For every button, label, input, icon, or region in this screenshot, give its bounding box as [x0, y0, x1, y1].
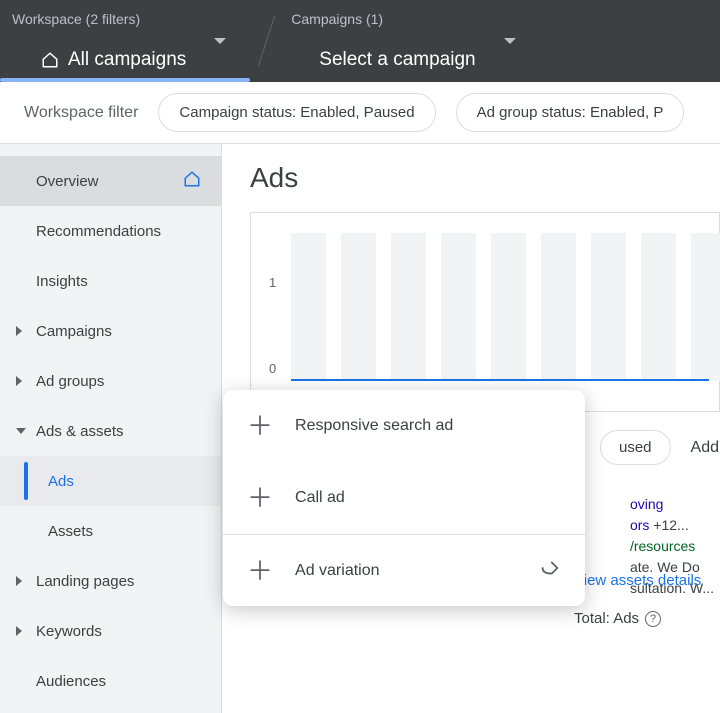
- add-filter-label[interactable]: Add: [691, 439, 719, 457]
- sidebar-item-recommendations[interactable]: Recommendations: [0, 206, 221, 256]
- chevron-down-icon: [214, 38, 226, 44]
- sidebar-item-label: Campaigns: [36, 323, 112, 340]
- plus-icon: ＋: [247, 485, 273, 511]
- sidebar-item-label: Overview: [36, 173, 99, 190]
- sidebar-item-label: Recommendations: [36, 223, 161, 240]
- chart-ytick-1: 1: [269, 275, 276, 290]
- sidebar-item-label: Keywords: [36, 623, 102, 640]
- breadcrumb-workspace-sub: Workspace (2 filters): [12, 11, 186, 27]
- chart-series-line: [291, 379, 709, 381]
- top-header: Workspace (2 filters) All campaigns Camp…: [0, 0, 720, 82]
- chart-plot-area: [291, 233, 709, 381]
- sidebar: Overview Recommendations Insights Campai…: [0, 144, 222, 713]
- workspace-filter-row: Workspace filter Campaign status: Enable…: [0, 82, 720, 144]
- breadcrumb-campaigns-main: Select a campaign: [319, 49, 475, 71]
- sidebar-item-label: Insights: [36, 273, 88, 290]
- ad-preview-headline2: ors: [630, 517, 649, 533]
- total-row: Total: Ads ?: [574, 610, 661, 627]
- sidebar-subitem-assets[interactable]: Assets: [0, 506, 221, 556]
- chevron-down-icon: [504, 38, 516, 44]
- breadcrumb-workspace[interactable]: Workspace (2 filters) All campaigns: [12, 11, 242, 71]
- chart-ytick-0: 0: [269, 361, 276, 376]
- plus-icon: ＋: [247, 413, 273, 439]
- page-title: Ads: [250, 162, 720, 194]
- filter-chip-ad-group-status[interactable]: Ad group status: Enabled, P: [456, 93, 685, 132]
- menu-item-label: Call ad: [295, 489, 345, 507]
- sidebar-subitem-ads[interactable]: Ads: [0, 456, 221, 506]
- menu-item-responsive-search-ad[interactable]: ＋ Responsive search ad: [223, 390, 585, 462]
- sidebar-item-campaigns[interactable]: Campaigns: [0, 306, 221, 356]
- workspace-filter-label: Workspace filter: [24, 104, 138, 122]
- sidebar-item-label: Ads & assets: [36, 423, 124, 440]
- sidebar-item-label: Ads: [48, 473, 74, 490]
- view-assets-link[interactable]: View assets details: [574, 572, 701, 589]
- sidebar-item-label: Assets: [48, 523, 93, 540]
- open-external-icon: [539, 557, 561, 584]
- sidebar-item-keywords[interactable]: Keywords: [0, 606, 221, 656]
- ad-preview-url: /resources: [630, 536, 714, 557]
- menu-item-call-ad[interactable]: ＋ Call ad: [223, 462, 585, 534]
- total-label: Total: Ads: [574, 610, 639, 627]
- menu-item-label: Responsive search ad: [295, 417, 453, 435]
- performance-chart[interactable]: 1 0 Apr 1, 2022: [250, 212, 720, 412]
- sidebar-item-ad-groups[interactable]: Ad groups: [0, 356, 221, 406]
- menu-item-label: Ad variation: [295, 562, 380, 580]
- menu-item-ad-variation[interactable]: ＋ Ad variation: [223, 534, 585, 606]
- sidebar-item-label: Ad groups: [36, 373, 104, 390]
- breadcrumb-campaigns-sub: Campaigns (1): [291, 11, 475, 27]
- filter-chip-campaign-status[interactable]: Campaign status: Enabled, Paused: [158, 93, 435, 132]
- sidebar-item-overview[interactable]: Overview: [0, 156, 221, 206]
- plus-icon: ＋: [247, 558, 273, 584]
- breadcrumb-workspace-main: All campaigns: [68, 49, 186, 71]
- create-ad-menu: ＋ Responsive search ad ＋ Call ad ＋ Ad va…: [223, 390, 585, 606]
- breadcrumb-campaigns[interactable]: Campaigns (1) Select a campaign: [291, 11, 531, 71]
- breadcrumb-divider: [258, 16, 275, 66]
- sidebar-item-label: Audiences: [36, 673, 106, 690]
- sidebar-item-audiences[interactable]: Audiences: [0, 656, 221, 706]
- ad-status-filter[interactable]: used: [600, 430, 671, 465]
- sidebar-item-label: Landing pages: [36, 573, 134, 590]
- ad-preview-phone: +12...: [649, 517, 688, 533]
- home-icon: [183, 170, 201, 192]
- sidebar-item-insights[interactable]: Insights: [0, 256, 221, 306]
- help-icon[interactable]: ?: [645, 611, 661, 627]
- ad-preview-headline: oving: [630, 494, 714, 515]
- progress-indicator: [0, 78, 250, 82]
- home-icon: [40, 51, 60, 69]
- sidebar-item-landing-pages[interactable]: Landing pages: [0, 556, 221, 606]
- sidebar-item-ads-assets[interactable]: Ads & assets: [0, 406, 221, 456]
